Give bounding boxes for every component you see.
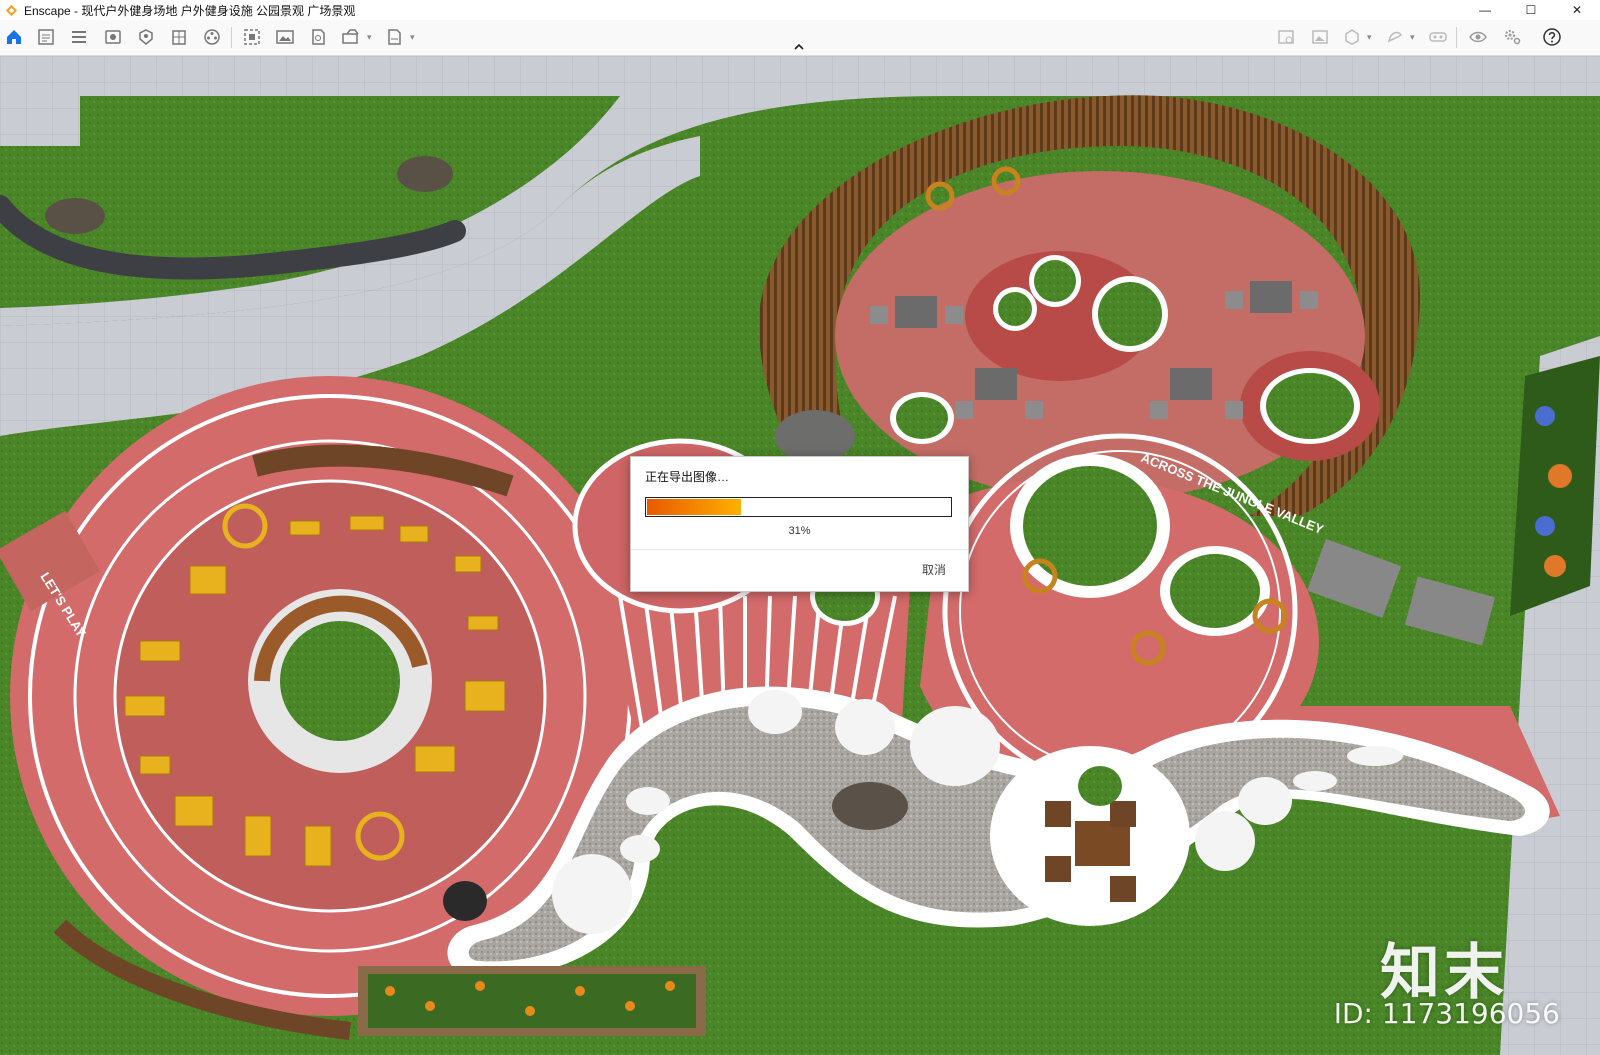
- dialog-title: 正在导出图像…: [645, 470, 730, 484]
- toolbar-separator: [231, 27, 232, 48]
- minimize-button[interactable]: —: [1462, 0, 1508, 20]
- dialog-divider: [631, 549, 968, 550]
- export-format-icon[interactable]: [384, 27, 404, 47]
- progress-percent: 31%: [788, 525, 811, 537]
- views-icon[interactable]: [69, 27, 89, 47]
- maximize-button[interactable]: ☐: [1508, 0, 1554, 20]
- rock: [397, 156, 453, 192]
- cancel-button[interactable]: 取消: [922, 561, 946, 578]
- video-editor-icon[interactable]: [202, 27, 222, 47]
- progress-bar-fill: [647, 499, 741, 515]
- watermark-id: ID: 1173196056: [1333, 997, 1560, 1030]
- batch-render-icon[interactable]: [242, 27, 262, 47]
- feedback-icon[interactable]: [1385, 27, 1405, 47]
- close-button[interactable]: ✕: [1554, 0, 1600, 20]
- window-title: Enscape - 现代户外健身场地 户外健身设施 公园景观 广场景观: [24, 3, 356, 18]
- progress-bar: [645, 497, 952, 517]
- vr-icon[interactable]: [1428, 27, 1448, 47]
- export-progress-dialog: 正在导出图像… 31% 取消: [630, 456, 969, 592]
- asset-library-icon[interactable]: [36, 27, 56, 47]
- rock: [45, 198, 105, 234]
- atmosphere-icon[interactable]: [136, 27, 156, 47]
- chevron-down-icon[interactable]: ▾: [1367, 32, 1372, 43]
- chevron-down-icon[interactable]: ▾: [367, 32, 372, 43]
- building-icon[interactable]: [169, 27, 189, 47]
- eye-icon[interactable]: [1468, 27, 1488, 47]
- image-settings-icon[interactable]: [1276, 27, 1296, 47]
- chevron-down-icon[interactable]: ▾: [410, 32, 415, 43]
- toolbar-separator: [1456, 27, 1457, 48]
- chevron-down-icon[interactable]: ▾: [1410, 32, 1415, 43]
- settings-icon[interactable]: [1502, 27, 1522, 47]
- frame-icon[interactable]: [1310, 27, 1330, 47]
- collapse-toolbar-chevron-icon[interactable]: [792, 41, 806, 53]
- help-icon[interactable]: [1542, 27, 1562, 47]
- material-icon[interactable]: [1342, 27, 1362, 47]
- screenshot-icon[interactable]: [275, 27, 295, 47]
- title-bar: Enscape - 现代户外健身场地 户外健身设施 公园景观 广场景观 — ☐ …: [0, 0, 1600, 20]
- visual-settings-icon[interactable]: [103, 27, 123, 47]
- home-icon[interactable]: [4, 27, 24, 47]
- panorama-icon[interactable]: [308, 27, 328, 47]
- export-icon[interactable]: [341, 27, 361, 47]
- window-controls: — ☐ ✕: [1462, 0, 1600, 20]
- enscape-logo-icon: [5, 4, 18, 16]
